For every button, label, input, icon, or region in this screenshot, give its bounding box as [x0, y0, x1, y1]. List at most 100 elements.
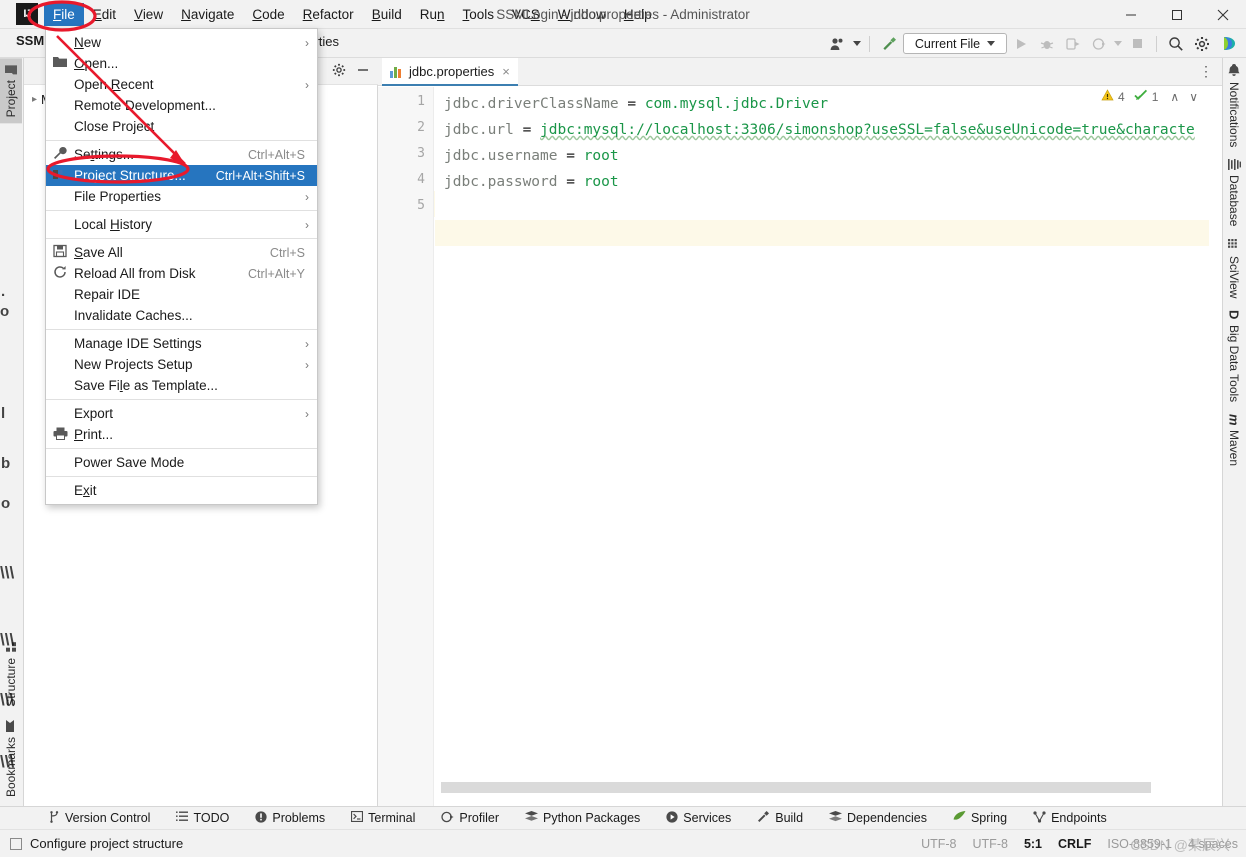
menu-edit[interactable]: Edit [84, 3, 125, 26]
menu-item-new[interactable]: New › [46, 32, 317, 53]
file-charset[interactable]: ISO-8859-1 [1107, 837, 1172, 851]
next-problem-icon[interactable]: ∨ [1189, 90, 1198, 104]
menu-item-repair-ide[interactable]: Repair IDE [46, 284, 317, 305]
menu-item-new-projects-setup[interactable]: New Projects Setup › [46, 354, 317, 375]
inspection-widget[interactable]: 4 1 ∧ ∨ [1101, 89, 1198, 104]
menu-view[interactable]: View [125, 3, 172, 26]
inspection-ok-count: 1 [1151, 89, 1159, 104]
inspection-widget-icon[interactable] [10, 837, 22, 850]
editor-horizontal-scrollbar[interactable] [435, 782, 1205, 793]
file-encoding-widget[interactable]: UTF-8 [973, 837, 1008, 851]
toolbar-separator [1156, 35, 1157, 52]
properties-file-icon [390, 65, 403, 78]
editor-code-area[interactable]: jdbc.driverClassName = com.mysql.jdbc.Dr… [435, 87, 1222, 807]
bottom-tool-version-control[interactable]: Version Control [36, 810, 163, 826]
run-configuration-selector[interactable]: Current File [903, 33, 1007, 54]
ai-assistant-icon[interactable] [1216, 32, 1240, 56]
bottom-tool-problems[interactable]: Problems [242, 810, 338, 826]
menu-window[interactable]: Window [549, 3, 615, 26]
menu-bar: File Edit View Navigate Code Refactor Build Run… [44, 2, 661, 26]
user-icon[interactable] [826, 32, 850, 56]
bottom-tool-label: Spring [970, 811, 1008, 825]
tool-window-label: Project [4, 80, 18, 118]
menu-item-manage-ide-settings[interactable]: Manage IDE Settings › [46, 333, 317, 354]
editor-vertical-scrollbar[interactable] [1209, 87, 1222, 807]
tool-window-bookmarks[interactable]: Bookmarks [0, 713, 22, 803]
branch-icon [49, 810, 60, 826]
maximize-icon[interactable] [1154, 0, 1200, 29]
menu-code[interactable]: Code [243, 3, 293, 26]
menu-item-file-properties[interactable]: File Properties › [46, 186, 317, 207]
menu-run[interactable]: Run [411, 3, 454, 26]
menu-item-reload-all-from-disk[interactable]: Reload All from Disk Ctrl+Alt+Y [46, 263, 317, 284]
search-icon[interactable] [1164, 32, 1188, 56]
menu-file[interactable]: File [44, 2, 84, 26]
editor-tab-jdbc-properties[interactable]: jdbc.properties × [382, 58, 518, 86]
debug-icon[interactable] [1035, 32, 1059, 56]
previous-problem-icon[interactable]: ∧ [1170, 90, 1179, 104]
menu-item-open-recent[interactable]: Open Recent › [46, 74, 317, 95]
run-icon[interactable] [1009, 32, 1033, 56]
bottom-tool-endpoints[interactable]: Endpoints [1020, 810, 1120, 826]
menu-item-settings[interactable]: Settings... Ctrl+Alt+S [46, 144, 317, 165]
bottom-tool-spring[interactable]: Spring [940, 811, 1020, 825]
gear-icon[interactable] [332, 63, 346, 80]
menu-build[interactable]: Build [363, 3, 411, 26]
bottom-tool-services[interactable]: Services [653, 810, 744, 826]
close-icon[interactable] [1200, 0, 1246, 29]
minimize-icon[interactable] [356, 63, 370, 80]
bottom-tool-terminal[interactable]: Terminal [338, 810, 428, 825]
tool-window-database[interactable]: Database [1223, 153, 1245, 232]
menu-item-open[interactable]: Open... [46, 53, 317, 74]
chevron-down-icon[interactable] [852, 32, 862, 56]
bottom-tool-todo[interactable]: TODO [163, 811, 242, 825]
project-encoding[interactable]: UTF-8 [921, 837, 956, 851]
tool-window-big-data-tools[interactable]: D Big Data Tools [1223, 304, 1245, 408]
menu-navigate[interactable]: Navigate [172, 3, 243, 26]
tool-window-notifications[interactable]: Notifications [1223, 58, 1245, 153]
caret-position[interactable]: 5:1 [1024, 837, 1042, 851]
menu-item-label: New Projects Setup [74, 357, 193, 372]
menu-item-save-all[interactable]: Save All Ctrl+S [46, 242, 317, 263]
tool-window-structure[interactable]: Structure [0, 636, 22, 713]
bottom-tool-dependencies[interactable]: Dependencies [816, 811, 940, 825]
menu-item-local-history[interactable]: Local History › [46, 214, 317, 235]
editor-tab-options-icon[interactable]: ⋮ [1199, 63, 1214, 80]
gear-icon[interactable] [1190, 32, 1214, 56]
menu-item-project-structure[interactable]: Project Structure... Ctrl+Alt+Shift+S [46, 165, 317, 186]
build-hammer-icon [757, 810, 770, 826]
menu-item-invalidate-caches[interactable]: Invalidate Caches... [46, 305, 317, 326]
run-coverage-icon[interactable] [1061, 32, 1085, 56]
profiler-icon [441, 811, 455, 826]
menu-item-remote-development[interactable]: Remote Development... [46, 95, 317, 116]
tool-window-maven[interactable]: m Maven [1223, 408, 1245, 473]
menu-item-save-file-as-template[interactable]: Save File as Template... [46, 375, 317, 396]
menu-vcs[interactable]: VCS [503, 3, 549, 26]
menu-tools[interactable]: Tools [454, 3, 504, 26]
scrollbar-thumb[interactable] [441, 782, 1151, 793]
menu-help[interactable]: Help [615, 3, 661, 26]
stop-icon[interactable] [1125, 32, 1149, 56]
warning-triangle-icon [1101, 89, 1114, 104]
chevron-down-icon[interactable] [1113, 32, 1123, 56]
close-icon[interactable]: × [502, 64, 510, 79]
tool-window-sciview[interactable]: SciView [1223, 233, 1245, 304]
bottom-tool-build[interactable]: Build [744, 810, 816, 826]
line-number: 5 [417, 198, 425, 213]
minimize-icon[interactable] [1108, 0, 1154, 29]
profile-icon[interactable] [1087, 32, 1111, 56]
tool-window-project[interactable]: Project [0, 58, 22, 124]
bottom-tool-python-packages[interactable]: Python Packages [512, 811, 653, 825]
menu-item-power-save-mode[interactable]: Power Save Mode [46, 452, 317, 473]
bottom-tool-profiler[interactable]: Profiler [428, 811, 512, 826]
menu-item-close-project[interactable]: Close Project [46, 116, 317, 137]
menu-item-export[interactable]: Export › [46, 403, 317, 424]
menu-item-print[interactable]: Print... [46, 424, 317, 445]
property-key: jdbc.password [444, 174, 558, 190]
indent-widget[interactable]: 4 spaces [1188, 837, 1238, 851]
menu-refactor[interactable]: Refactor [294, 3, 363, 26]
hammer-icon[interactable] [877, 32, 901, 56]
line-separator[interactable]: CRLF [1058, 837, 1091, 851]
file-menu-popup[interactable]: New › Open... Open Recent › Remote Developmen… [45, 28, 318, 505]
menu-item-exit[interactable]: Exit [46, 480, 317, 501]
